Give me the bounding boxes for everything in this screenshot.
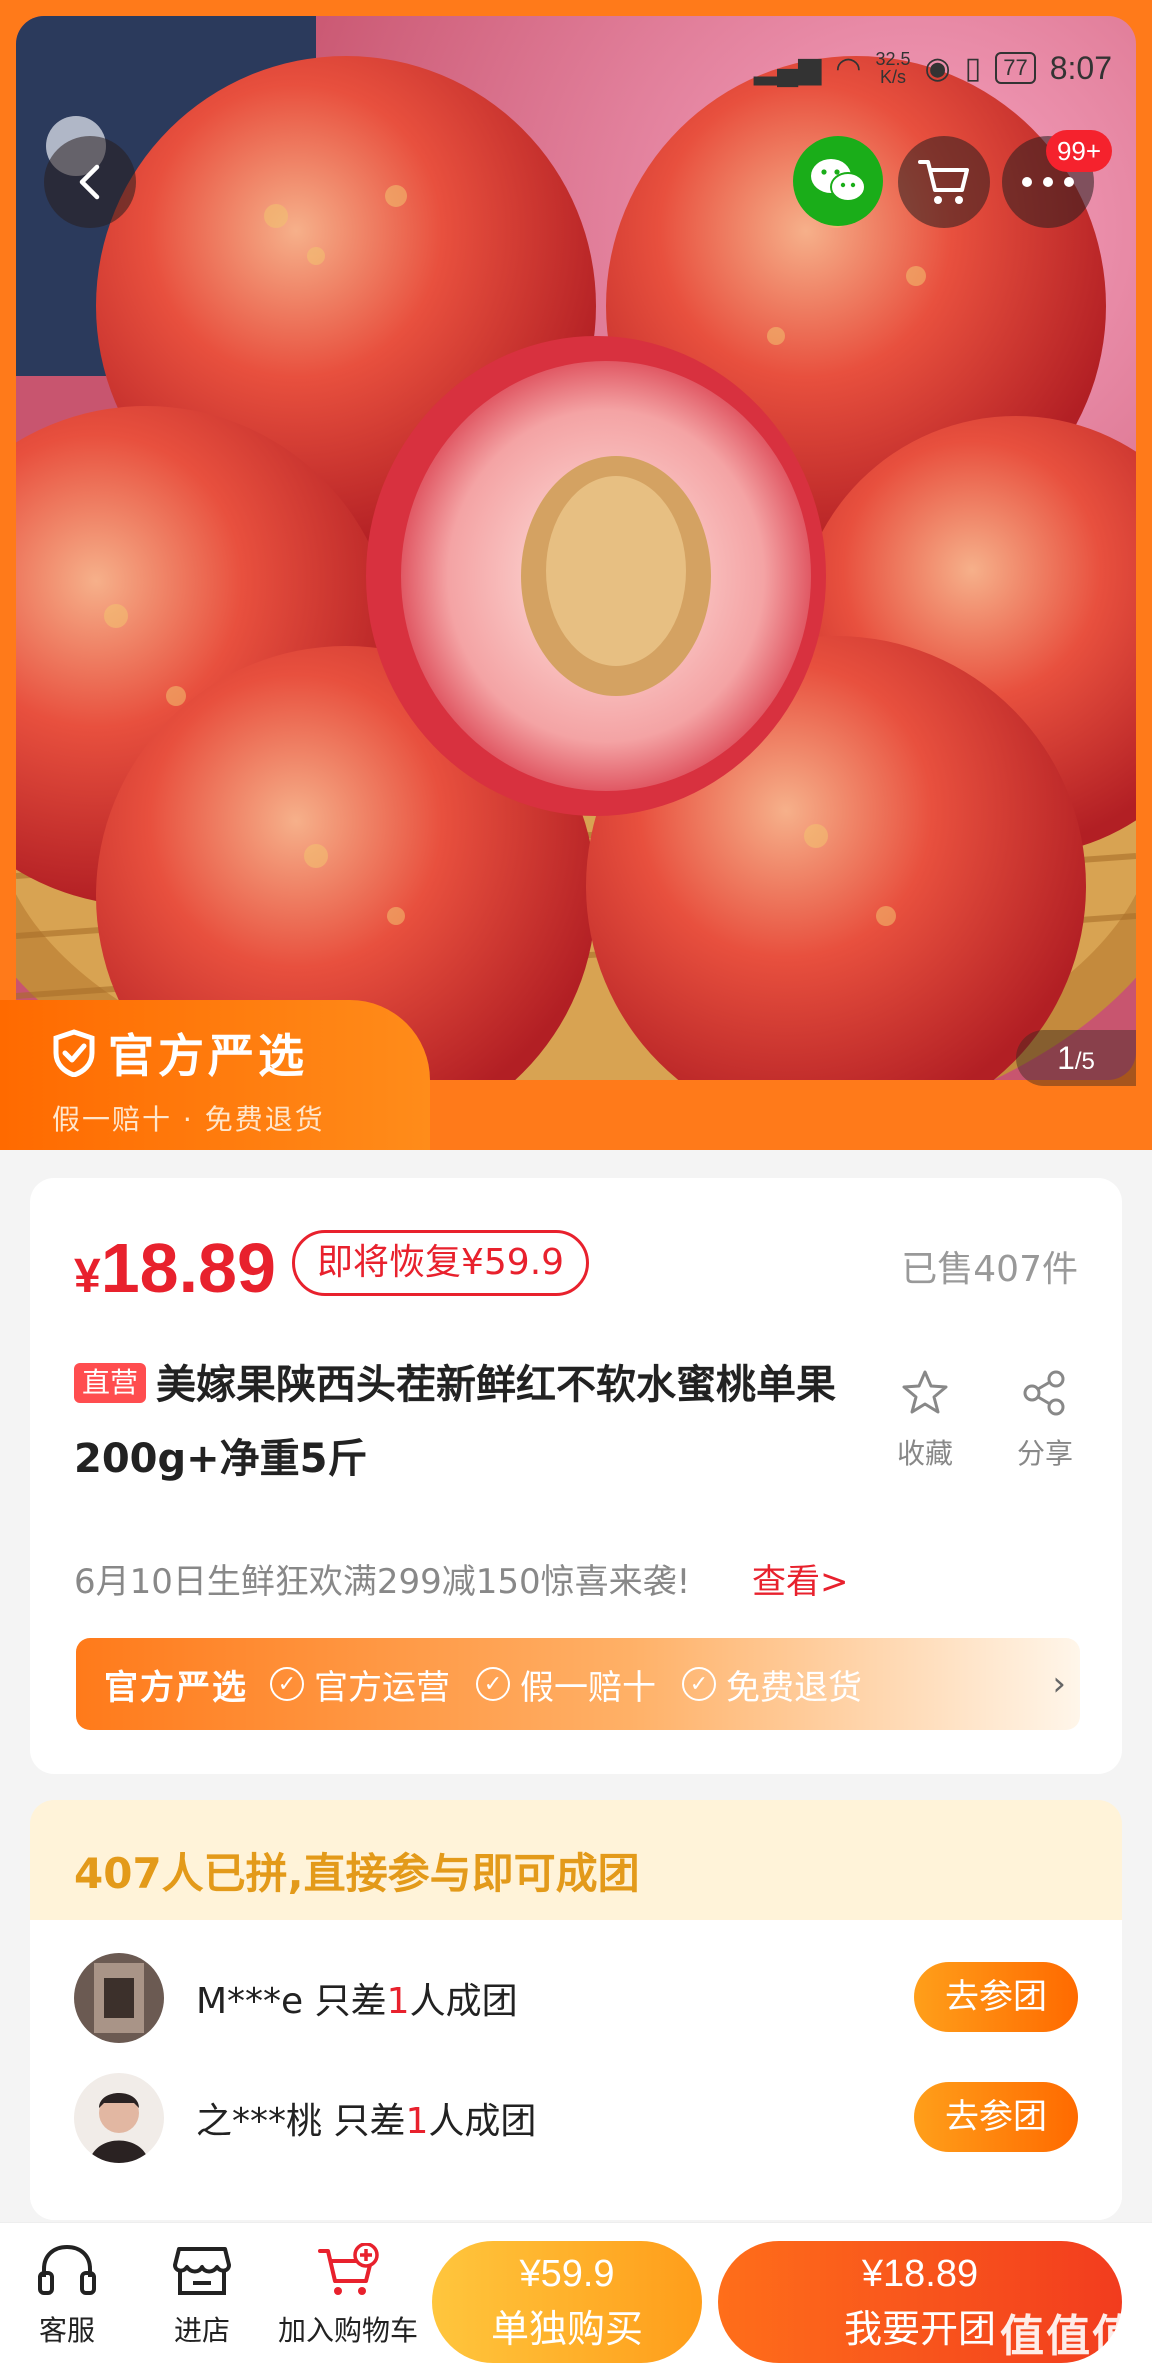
product-title: 直营 美嫁果陕西头茬新鲜红不软水蜜桃单果200g+净重5斤 (74, 1348, 874, 1496)
back-button[interactable] (44, 136, 136, 228)
avatar (74, 2073, 164, 2163)
chevron-right-icon: › (1052, 1664, 1066, 1704)
wechat-share-button[interactable] (793, 136, 883, 226)
check-circle-icon: ✓ (682, 1667, 716, 1701)
image-page-indicator: 1/5 (1016, 1030, 1136, 1086)
message-count-badge: 99+ (1046, 130, 1112, 172)
check-circle-icon: ✓ (476, 1667, 510, 1701)
group-buy-card: 407人已拼,直接参与即可成团 M***e 只差1人成团 去参团 之***桃 只… (30, 1800, 1122, 2220)
price-currency: ¥ (74, 1250, 101, 1303)
guarantee-item-return: ✓ 免费退货 (682, 1660, 862, 1709)
watermark-text: 值值值 (1000, 2311, 1138, 2362)
clock: 8:07 (1049, 49, 1112, 86)
network-speed-unit: K/s (880, 67, 907, 87)
group-row-text: 之***桃 只差1人成团 (196, 2092, 536, 2144)
page-total: /5 (1074, 1048, 1095, 1075)
customer-service-button[interactable]: 客服 (30, 2243, 104, 2349)
group-need-pre: 只差 (322, 2101, 406, 2142)
network-speed-value: 32.5 (875, 49, 911, 69)
buy-alone-button[interactable]: ¥59.9 单独购买 (432, 2241, 702, 2363)
signal-icon: ▂▄▆ (753, 51, 822, 85)
vibrate-icon: ▯ (964, 51, 982, 85)
enter-store-button[interactable]: 进店 (162, 2243, 242, 2349)
group-buy-list: M***e 只差1人成团 去参团 之***桃 只差1人成团 去参团 (30, 1920, 1122, 2220)
network-speed: 32.5 K/s (875, 50, 910, 86)
wechat-icon (811, 159, 866, 202)
cart-button[interactable] (898, 136, 990, 228)
price-restore-badge: 即将恢复¥59.9 (292, 1230, 590, 1296)
shield-check-icon (53, 1029, 95, 1077)
join-group-button[interactable]: 去参团 (914, 1962, 1078, 2032)
group-need-post: 人成团 (428, 2101, 537, 2142)
headset-icon (38, 2244, 96, 2295)
share-label: 分享 (1016, 1437, 1073, 1470)
group-need-pre: 只差 (303, 1981, 387, 2022)
group-need-post: 人成团 (409, 1981, 518, 2022)
buy-alone-price: ¥59.9 (519, 2253, 615, 2295)
chevron-left-icon (79, 164, 100, 200)
guarantee-item-label: 假一赔十 (520, 1667, 656, 1708)
group-buy-title: 407人已拼,直接参与即可成团 (74, 1849, 640, 1898)
guarantee-item-label: 免费退货 (726, 1667, 862, 1708)
customer-service-label: 客服 (38, 2314, 95, 2347)
guarantee-item-label: 官方运营 (314, 1667, 450, 1708)
hero-section: ▂▄▆ ◠ 32.5 K/s ◉ ▯ 77 8:07 99+ 官方严选 假一赔十… (0, 0, 1152, 1150)
group-need-count: 1 (386, 1981, 410, 2022)
battery-indicator: 77 (995, 52, 1036, 84)
start-group-price: ¥18.89 (861, 2253, 979, 2295)
wifi-icon: ◠ (835, 51, 862, 85)
share-icon (1023, 1370, 1065, 1416)
join-group-button[interactable]: 去参团 (914, 2082, 1078, 2152)
group-row: M***e 只差1人成团 去参团 (74, 1950, 1078, 2046)
favorite-label: 收藏 (896, 1437, 953, 1470)
add-to-cart-button[interactable]: 加入购物车 (270, 2243, 426, 2349)
sold-count: 已售407件 (901, 1249, 1078, 1290)
add-cart-icon (318, 2243, 379, 2295)
more-dots-icon (1022, 177, 1074, 187)
product-info-card: ¥18.89 即将恢复¥59.9 已售407件 直营 美嫁果陕西头茬新鲜红不软水蜜… (30, 1178, 1122, 1774)
cart-icon (918, 160, 969, 204)
group-row: 之***桃 只差1人成团 去参团 (74, 2070, 1078, 2166)
avatar (74, 1953, 164, 2043)
share-button[interactable]: 分享 (1000, 1368, 1090, 1472)
product-title-text: 美嫁果陕西头茬新鲜红不软水蜜桃单果200g+净重5斤 (74, 1362, 837, 1482)
favorite-button[interactable]: 收藏 (880, 1368, 970, 1472)
official-banner-subtitle: 假一赔十 · 免费退货 (52, 1103, 325, 1136)
star-icon (902, 1370, 948, 1414)
official-banner-title: 官方严选 (108, 1029, 308, 1083)
avatar-image (74, 1953, 164, 2043)
add-to-cart-label: 加入购物车 (277, 2314, 418, 2347)
eye-icon: ◉ (924, 51, 951, 85)
site-watermark: 值值值 zhizhizhi.com (1000, 2300, 1138, 2376)
promo-text: 6月10日生鲜狂欢满299减150惊喜来袭! (74, 1562, 691, 1602)
buy-alone-label: 单独购买 (490, 2307, 643, 2351)
status-bar: ▂▄▆ ◠ 32.5 K/s ◉ ▯ 77 8:07 (390, 40, 1112, 96)
direct-sale-tag: 直营 (74, 1363, 147, 1403)
group-user-name: M***e (196, 1981, 304, 2022)
check-circle-icon: ✓ (270, 1667, 304, 1701)
avatar-image (74, 2073, 164, 2163)
watermark-url: zhizhizhi.com (1030, 2364, 1138, 2376)
enter-store-label: 进店 (173, 2314, 230, 2347)
guarantee-head: 官方严选 (104, 1667, 248, 1708)
guarantee-bar[interactable]: 官方严选 ✓ 官方运营 ✓ 假一赔十 ✓ 免费退货 › (76, 1638, 1080, 1730)
group-need-count: 1 (405, 2101, 429, 2142)
group-row-text: M***e 只差1人成团 (196, 1972, 518, 2024)
promo-view-link[interactable]: 查看> (752, 1554, 849, 1603)
official-selection-banner: 官方严选 假一赔十 · 免费退货 (0, 1000, 430, 1150)
guarantee-item-fake: ✓ 假一赔十 (476, 1660, 656, 1709)
guarantee-item-official: ✓ 官方运营 (270, 1660, 450, 1709)
price-value: 18.89 (100, 1229, 276, 1307)
page-current: 1 (1057, 1040, 1075, 1076)
group-price: ¥18.89 (74, 1228, 276, 1308)
store-icon (173, 2247, 231, 2295)
bottom-action-bar: 客服 进店 加入购物车 ¥59.9 单独购买 ¥18.89 我要开团 (0, 2222, 1152, 2376)
group-user-name: 之***桃 (196, 2101, 323, 2142)
